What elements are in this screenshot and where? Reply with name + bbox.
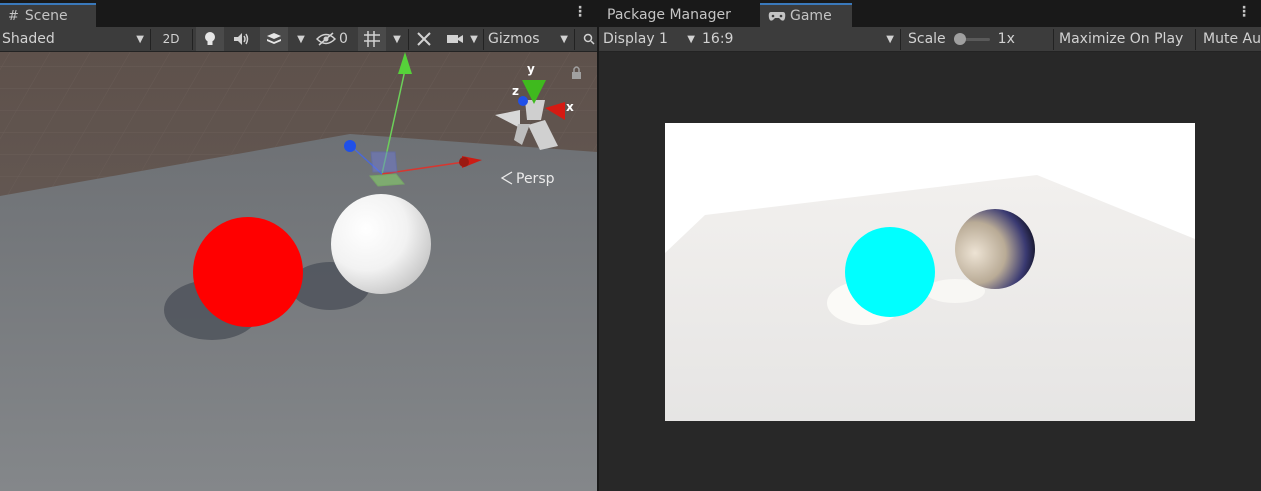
camera-settings-button[interactable] [444,27,466,51]
hidden-count: 0 [339,31,348,47]
tools-icon [417,32,431,46]
red-sphere[interactable] [193,217,303,327]
search-icon [583,33,595,45]
display-dropdown[interactable]: Display 1 ▼ [603,27,699,51]
scene-viewport[interactable]: y z x Persp [0,52,597,491]
chevron-down-icon: ▼ [470,33,478,45]
grid-snap-icon [364,31,380,47]
visibility-icon [316,32,336,46]
audio-toggle-button[interactable] [228,27,256,51]
dark-sphere[interactable] [955,209,1035,289]
gamepad-icon [768,11,786,21]
scale-control: Scale 1x [908,27,1050,51]
chevron-down-icon: ▼ [560,33,568,45]
lightbulb-icon [205,32,215,45]
axis-label-x: x [566,100,574,114]
tab-game-label: Game [790,8,832,24]
scale-label: Scale [908,31,946,47]
maximize-on-play-label: Maximize On Play [1059,31,1184,47]
chevron-down-icon: ▼ [687,33,695,45]
display-label: Display 1 [603,31,668,47]
2d-toggle-button[interactable]: 2D [156,27,186,51]
grid-snap-dropdown[interactable]: ▼ [388,27,406,51]
effects-toggle-button[interactable] [260,27,288,51]
scale-value: 1x [997,31,1015,47]
game-tabbar: Package Manager Game ⋮ [599,0,1261,27]
effects-icon [267,33,281,44]
grid-icon: # [8,8,19,24]
chevron-down-icon: ▼ [297,33,305,45]
grid-snap-toggle-button[interactable] [358,27,386,51]
tab-scene[interactable]: # Scene [0,3,96,27]
axis-label-z: z [512,84,519,98]
tab-scene-label: Scene [24,8,68,24]
camera-icon [447,35,463,43]
chevron-down-icon: ▼ [393,33,401,45]
audio-icon [234,33,249,45]
view-mode-label: Persp [516,171,555,187]
aspect-ratio-label: 16:9 [702,31,734,47]
scene-ground-plane [0,134,597,491]
scene-tabbar: # Scene ⋮ [0,0,597,27]
tab-game[interactable]: Game [760,3,852,27]
gizmos-label: Gizmos [488,31,540,47]
shading-mode-dropdown[interactable]: Shaded ▼ [2,27,148,51]
scene-visibility-toggle[interactable]: 0 [316,27,354,51]
aspect-ratio-dropdown[interactable]: 16:9 ▼ [702,27,898,51]
chevron-down-icon: ▼ [136,33,144,45]
tab-package-manager[interactable]: Package Manager [599,3,759,27]
game-tab-menu-button[interactable]: ⋮ [1237,4,1251,20]
axis-label-y: y [527,62,535,76]
gizmos-dropdown[interactable]: Gizmos ▼ [488,27,574,51]
lighting-toggle-button[interactable] [196,27,224,51]
game-view[interactable] [665,123,1195,421]
camera-settings-dropdown[interactable]: ▼ [466,27,482,51]
tools-button[interactable] [412,27,436,51]
maximize-on-play-toggle[interactable]: Maximize On Play [1059,27,1191,51]
mute-audio-toggle[interactable]: Mute Au [1203,27,1261,51]
scene-panel: # Scene ⋮ Shaded ▼ 2D ▼ 0 ▼ ▼ Gizmos ▼ y… [0,0,597,491]
white-sphere[interactable] [331,194,431,294]
scene-tab-menu-button[interactable]: ⋮ [573,4,587,20]
mute-audio-label: Mute Au [1203,31,1261,47]
tab-package-manager-label: Package Manager [607,7,731,23]
scene-toolbar: Shaded ▼ 2D ▼ 0 ▼ ▼ Gizmos ▼ [0,27,597,52]
game-toolbar: Display 1 ▼ 16:9 ▼ Scale 1x Maximize On … [599,27,1261,52]
scale-slider[interactable] [953,33,990,45]
scene-search-button[interactable] [580,27,597,51]
game-ground-plane [665,175,1195,421]
game-panel: Package Manager Game ⋮ Display 1 ▼ 16:9 … [599,0,1261,491]
chevron-down-icon: ▼ [886,33,894,45]
effects-dropdown[interactable]: ▼ [292,27,310,51]
shading-mode-label: Shaded [2,31,55,47]
cyan-sphere[interactable] [845,227,935,317]
2d-toggle-label: 2D [162,32,180,46]
scale-slider-thumb[interactable] [953,33,966,45]
